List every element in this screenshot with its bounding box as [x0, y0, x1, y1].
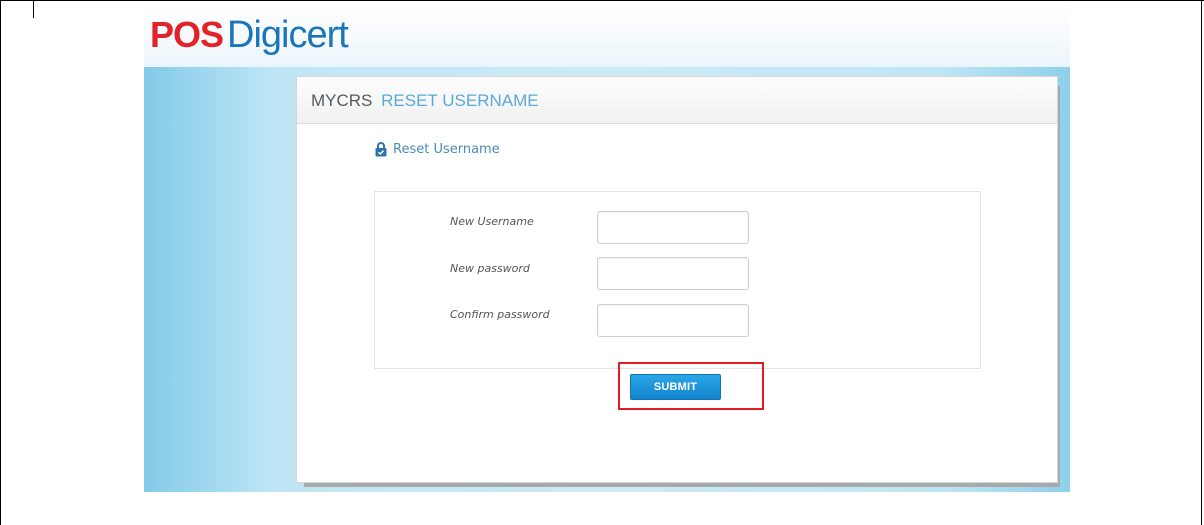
- confirm-password-input[interactable]: [597, 304, 749, 337]
- panel-title-sub: RESET USERNAME: [381, 91, 539, 110]
- section-heading: Reset Username: [375, 142, 500, 157]
- new-password-label: New password: [450, 262, 530, 275]
- section-heading-label: Reset Username: [393, 142, 500, 157]
- logo-digicert-text: Digicert: [227, 14, 349, 56]
- panel-header: MYCRS RESET USERNAME: [297, 77, 1057, 124]
- site-header: POS Digicert: [144, 1, 1070, 67]
- new-username-input[interactable]: [597, 211, 749, 244]
- document-frame-right: [1201, 0, 1202, 525]
- submit-highlight-box: [618, 362, 764, 410]
- pos-digicert-logo: POS Digicert: [150, 14, 349, 56]
- reset-panel: MYCRS RESET USERNAME Reset Username New …: [296, 76, 1058, 483]
- new-password-input[interactable]: [597, 257, 749, 290]
- new-username-label: New Username: [450, 215, 534, 228]
- reset-form: New Username New password Confirm passwo…: [374, 191, 981, 369]
- panel-title: MYCRS RESET USERNAME: [311, 91, 539, 111]
- document-frame-left: [0, 0, 1, 525]
- screenshot-area: POS Digicert MYCRS RESET USERNAME Reset …: [144, 1, 1070, 492]
- panel-title-main: MYCRS: [311, 91, 373, 110]
- logo-pos-text: POS: [150, 14, 224, 55]
- confirm-password-label: Confirm password: [450, 308, 550, 321]
- document-frame-divider: [33, 0, 34, 18]
- lock-icon: [375, 142, 387, 157]
